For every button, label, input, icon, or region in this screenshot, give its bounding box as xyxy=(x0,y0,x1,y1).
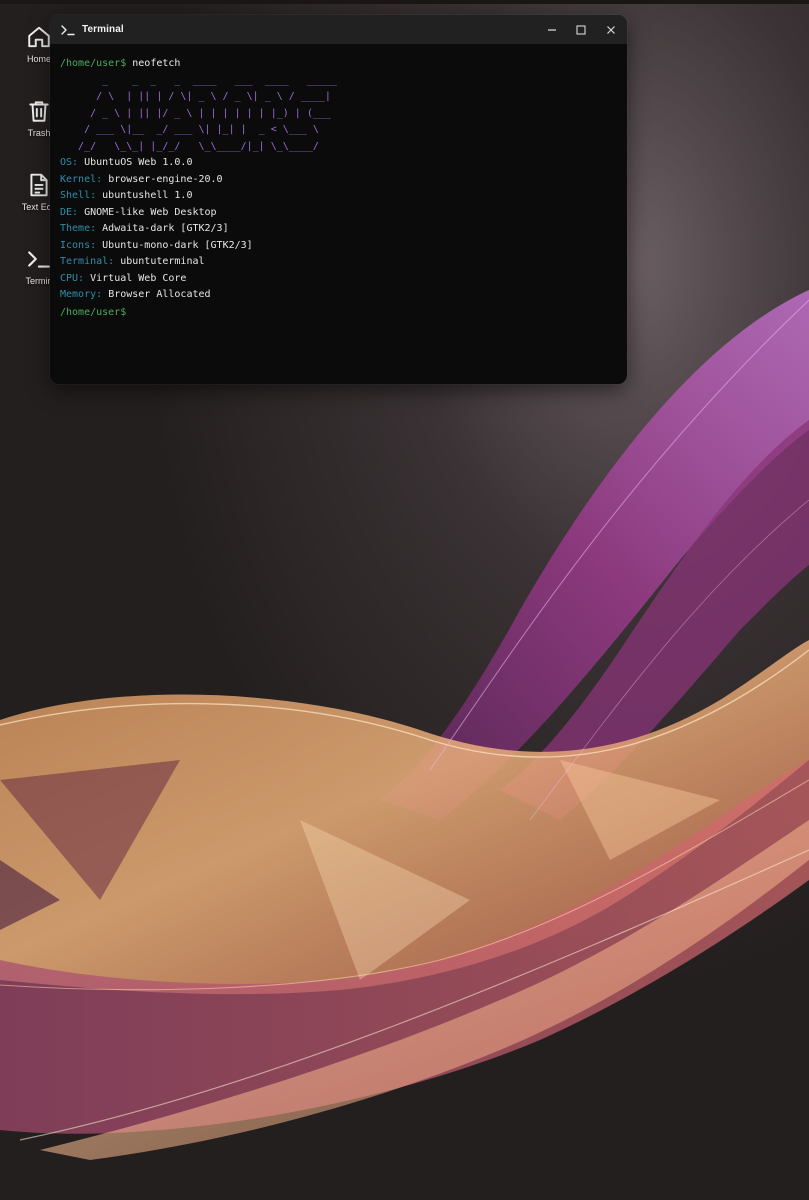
text-editor-icon xyxy=(30,173,48,197)
ascii-line: / _ \ | || |/ _ \ | | | | | | |_) | (___ xyxy=(60,107,331,119)
info-value: Browser Allocated xyxy=(108,289,211,300)
window-titlebar[interactable]: Terminal xyxy=(50,15,627,44)
info-key: DE: xyxy=(60,206,79,218)
desktop: Home Trash Text Edit Termin Terminal /ho… xyxy=(0,0,809,1200)
info-key: Kernel: xyxy=(60,173,103,185)
ascii-line: _ _ _ _ ____ ___ ____ _____ xyxy=(60,74,337,86)
info-row-memory: Memory: Browser Allocated xyxy=(60,287,617,304)
info-key: OS: xyxy=(60,157,79,168)
info-row-cpu: CPU: Virtual Web Core xyxy=(60,271,617,288)
terminal-window[interactable]: Terminal /home/user$ neofetch _ _ _ _ __… xyxy=(50,15,627,384)
terminal-icon xyxy=(28,251,50,268)
ascii-line: / ___ \|__ _/ ___ \| |_| | _ < \___ \ xyxy=(60,124,319,135)
info-row-de: DE: GNOME-like Web Desktop xyxy=(60,205,617,222)
info-key: CPU: xyxy=(60,272,85,284)
info-value: ubuntushell 1.0 xyxy=(102,190,193,201)
info-value: ubuntuterminal xyxy=(120,256,205,267)
info-row-terminal: Terminal: ubuntuterminal xyxy=(60,254,617,271)
info-row-os: OS: UbuntuOS Web 1.0.0 xyxy=(60,155,617,172)
ascii-line: / \ | || | / \| _ \ / _ \| _ \ / ____| xyxy=(60,91,331,102)
window-title: Terminal xyxy=(82,24,124,35)
info-value: Virtual Web Core xyxy=(90,272,187,284)
shell-prompt: /home/user$ xyxy=(60,58,127,69)
info-key: Icons: xyxy=(60,239,97,251)
info-row-kernel: Kernel: browser-engine-20.0 xyxy=(60,172,617,189)
info-value: browser-engine-20.0 xyxy=(108,173,223,185)
home-icon xyxy=(28,26,50,48)
close-icon xyxy=(607,25,615,34)
info-row-shell: Shell: ubuntushell 1.0 xyxy=(60,188,617,205)
command-text: neofetch xyxy=(132,58,181,69)
maximize-icon xyxy=(576,24,586,35)
info-row-theme: Theme: Adwaita-dark [GTK2/3] xyxy=(60,221,617,238)
info-key: Terminal: xyxy=(60,256,115,267)
trash-icon xyxy=(29,101,49,122)
info-row-icons: Icons: Ubuntu-mono-dark [GTK2/3] xyxy=(60,238,617,255)
command-line: /home/user$ neofetch xyxy=(60,56,617,73)
info-value: UbuntuOS Web 1.0.0 xyxy=(84,157,193,168)
shell-prompt: /home/user$ xyxy=(60,306,127,318)
close-button[interactable] xyxy=(596,15,626,44)
info-value: Ubuntu-mono-dark [GTK2/3] xyxy=(102,239,253,251)
ascii-line: /_/ \_\_| |_/_/ \_\____/|_| \_\____/ xyxy=(60,140,319,152)
info-value: GNOME-like Web Desktop xyxy=(84,206,217,218)
input-line[interactable]: /home/user$ xyxy=(60,305,617,322)
top-bar-edge xyxy=(0,0,809,4)
minimize-button[interactable] xyxy=(537,15,567,44)
info-key: Theme: xyxy=(60,223,97,234)
minimize-icon xyxy=(548,28,556,31)
info-key: Shell: xyxy=(60,190,97,201)
maximize-button[interactable] xyxy=(566,15,596,44)
info-key: Memory: xyxy=(60,289,103,300)
ascii-logo: _ _ _ _ ____ ___ ____ _____ / \ | || | /… xyxy=(60,73,617,156)
terminal-prompt-icon xyxy=(61,24,75,35)
info-value: Adwaita-dark [GTK2/3] xyxy=(102,223,229,234)
terminal-output[interactable]: /home/user$ neofetch _ _ _ _ ____ ___ __… xyxy=(50,44,627,321)
